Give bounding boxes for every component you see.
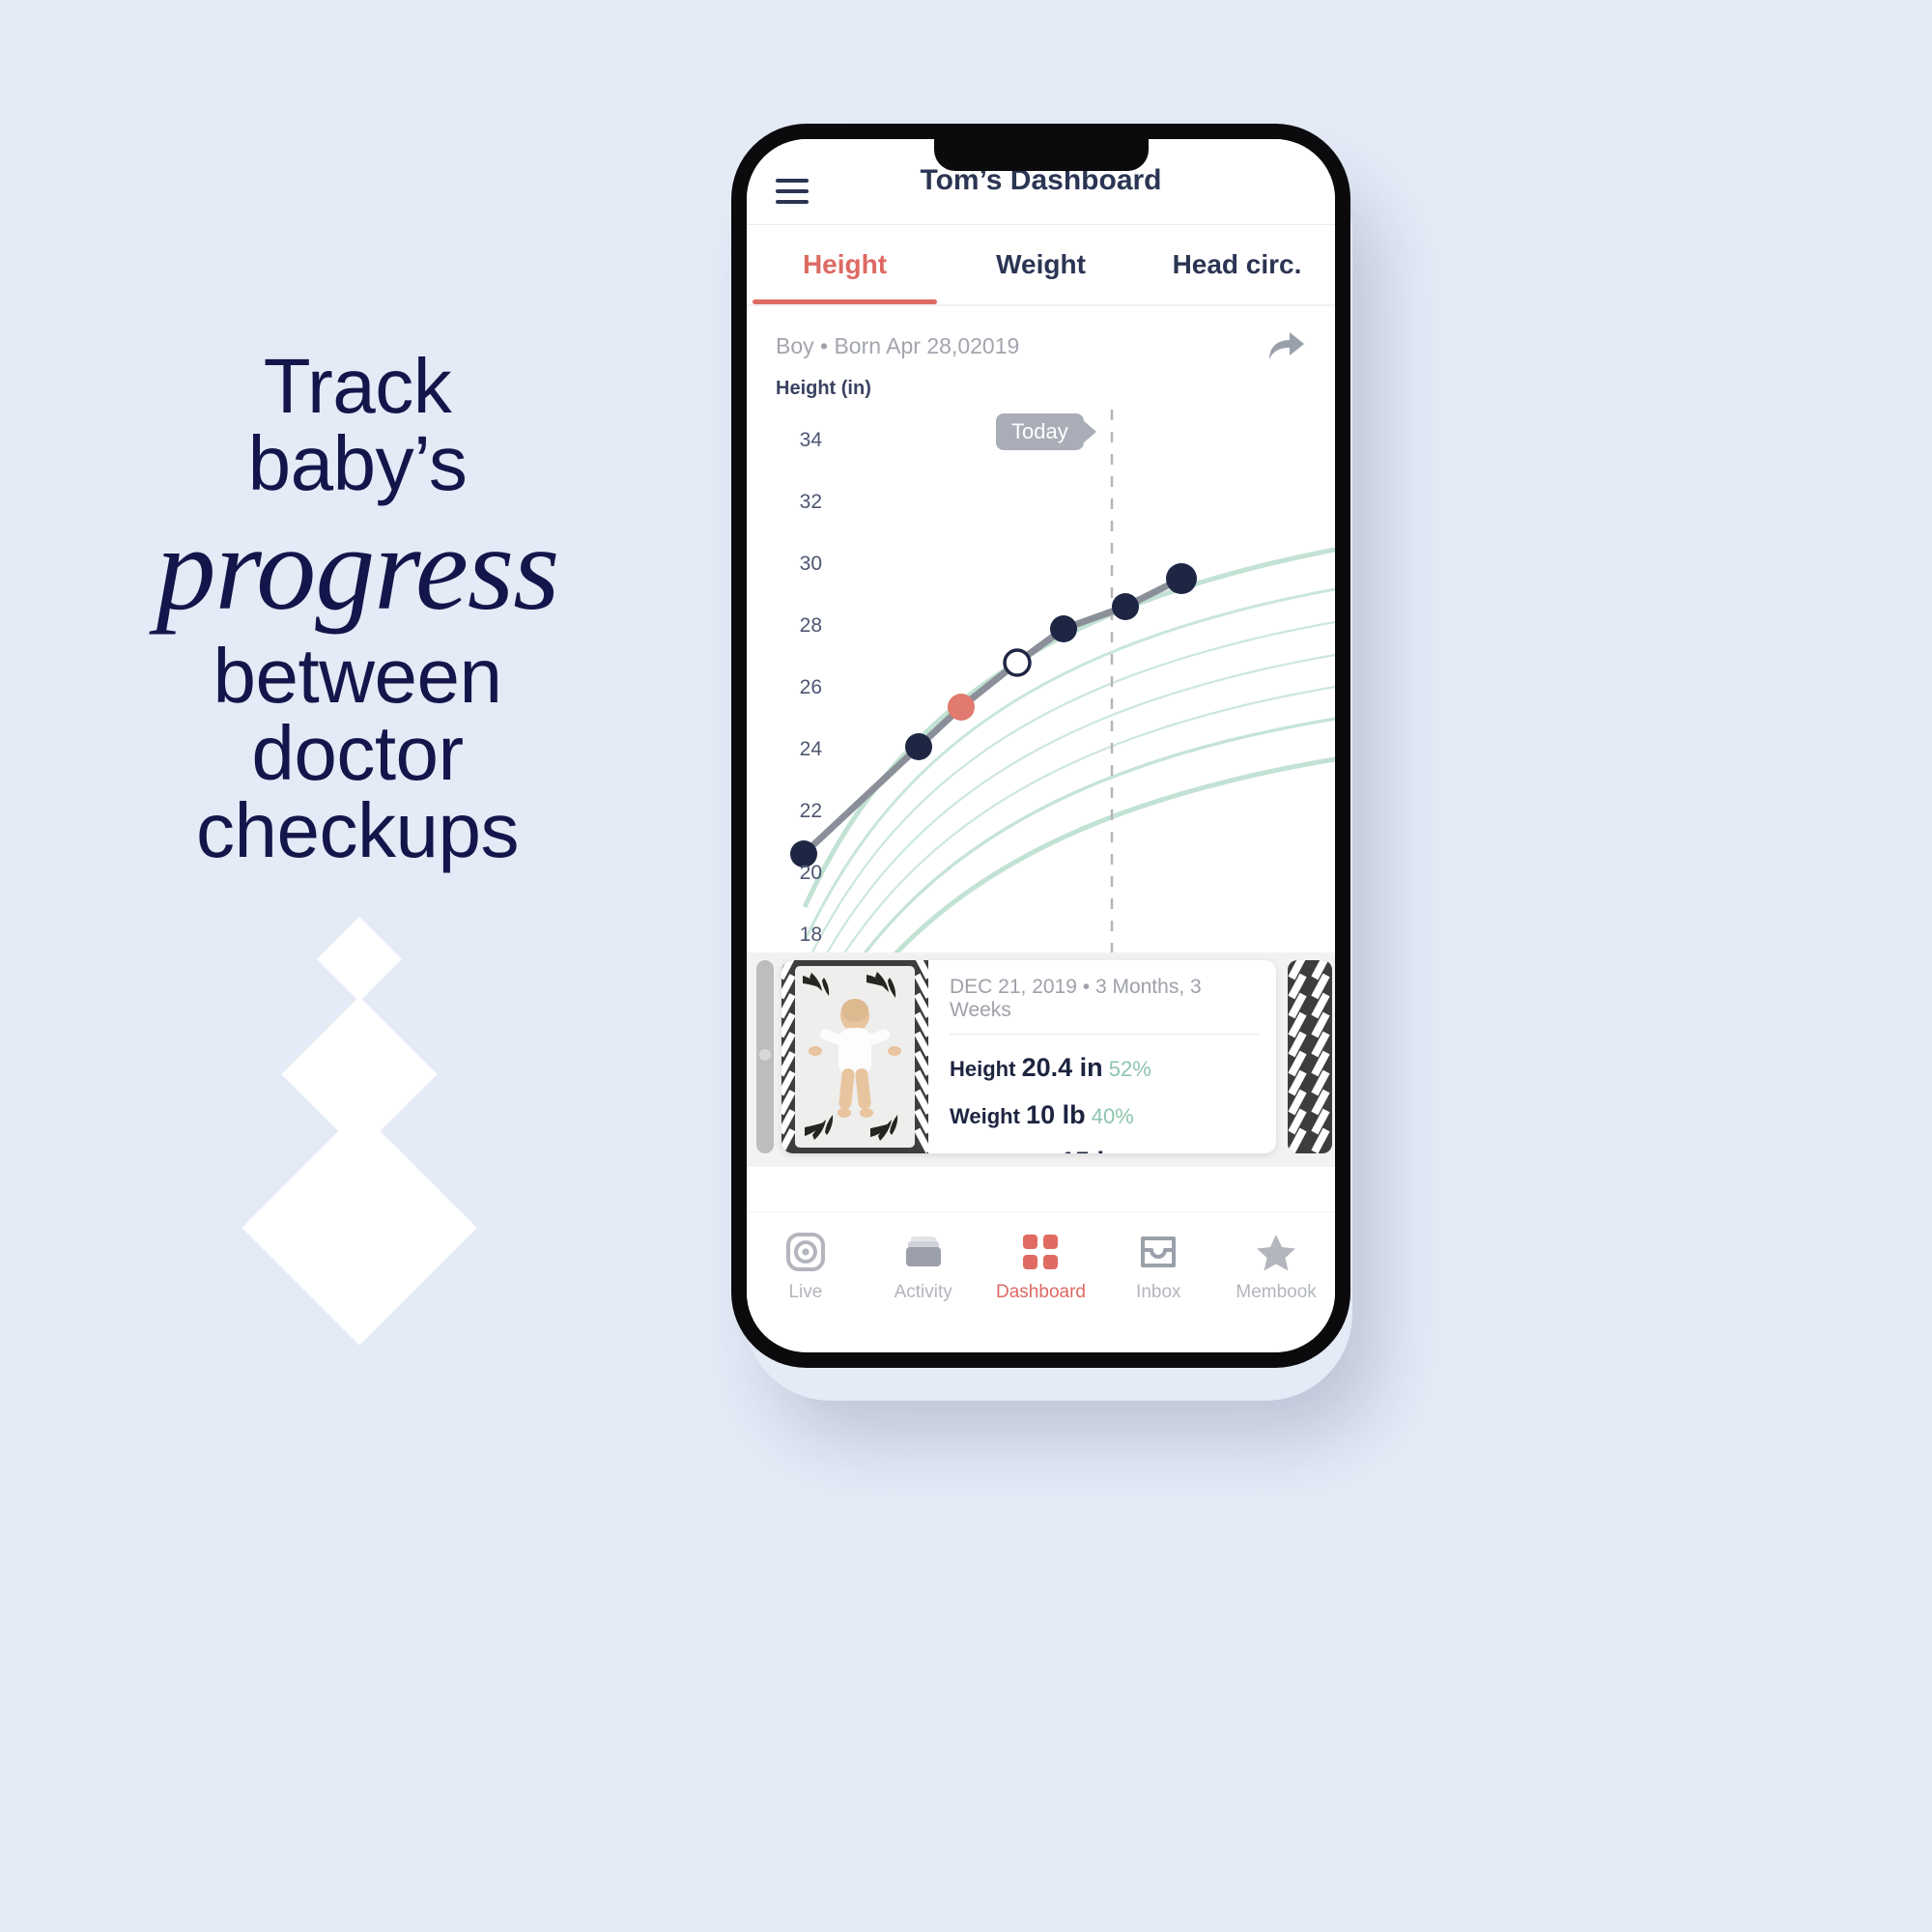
nav-label: Membook — [1236, 1282, 1317, 1302]
decorative-diamond-small — [317, 917, 402, 1002]
y-tick-label: 24 — [799, 738, 822, 760]
measurement-value: 15 in — [1061, 1147, 1121, 1153]
nav-item-membook[interactable]: Membook — [1217, 1230, 1335, 1303]
baby-photo-image — [781, 960, 928, 1153]
measurement-label: Weight — [950, 1103, 1020, 1128]
measurement-row-height: Height 20.4 in 52% — [950, 1044, 1259, 1092]
grid-squares-icon — [1022, 1230, 1059, 1274]
chart-y-axis-label: Height (in) — [776, 378, 871, 399]
card-date: DEC 21, 2019 • 3 Months, 3 Weeks — [950, 976, 1202, 1021]
measurement-row-head-circ: Head Circ. 15 in 2% — [950, 1138, 1259, 1153]
percentile-curves — [802, 547, 1335, 952]
phone-notch — [933, 139, 1149, 171]
headline-line-1: Track — [263, 343, 452, 429]
y-tick-label: 26 — [799, 676, 822, 698]
measurement-value: 10 lb — [1026, 1099, 1086, 1129]
measurement-card-body: DEC 21, 2019 • 3 Months, 3 Weeks Height … — [928, 960, 1276, 1153]
headline-line-4: doctor — [251, 710, 464, 797]
nav-label: Dashboard — [996, 1282, 1086, 1302]
marketing-panel: Track baby’s progress between doctor che… — [0, 0, 715, 1932]
measurement-row-weight: Weight 10 lb 40% — [950, 1092, 1259, 1139]
measurement-percentile: 40% — [1091, 1103, 1134, 1128]
y-tick-label: 20 — [799, 862, 822, 884]
measurement-percentile: 2% — [1126, 1151, 1157, 1153]
chart-svg — [790, 410, 1335, 952]
headline-line-3: between — [213, 633, 502, 720]
measurement-value: 20.4 in — [1021, 1053, 1103, 1082]
headline-line-5: checkups — [196, 787, 519, 874]
nav-item-activity[interactable]: Activity — [865, 1230, 982, 1303]
phone-mockup: Tom’s Dashboard Height Weight Head circ.… — [731, 124, 1350, 1368]
y-tick-label: 30 — [799, 553, 822, 575]
measurement-label: Height — [950, 1057, 1016, 1081]
camera-target-icon — [785, 1230, 825, 1274]
growth-chart[interactable]: 34 32 30 28 26 24 22 20 18 16 Today — [747, 400, 1335, 1008]
y-tick-label: 28 — [799, 614, 822, 637]
share-arrow-icon[interactable] — [1265, 327, 1306, 364]
data-point — [1166, 563, 1197, 594]
nav-item-dashboard[interactable]: Dashboard — [982, 1230, 1100, 1303]
previous-card-peek[interactable] — [756, 960, 774, 1153]
growth-chart-section: Height (in) 34 32 30 28 26 24 22 20 18 T… — [747, 368, 1335, 1008]
baby-meta-text: Boy • Born Apr 28,02019 — [776, 332, 1020, 358]
headline-line-2: baby’s — [247, 420, 468, 506]
card-divider — [950, 1034, 1259, 1035]
decorative-diamond-large — [242, 1110, 477, 1346]
metric-tabs: Height Weight Head circ. — [747, 225, 1335, 304]
headline-emphasis: progress — [156, 502, 560, 635]
marketing-headline: Track baby’s progress between doctor che… — [0, 348, 715, 869]
phone-screen: Tom’s Dashboard Height Weight Head circ.… — [747, 139, 1335, 1352]
nav-label: Inbox — [1136, 1282, 1181, 1302]
nav-label: Activity — [894, 1282, 952, 1302]
y-tick-label: 34 — [799, 429, 822, 451]
inbox-tray-icon — [1139, 1230, 1178, 1274]
nav-item-live[interactable]: Live — [747, 1230, 865, 1303]
next-card-peek[interactable] — [1288, 960, 1332, 1153]
data-point — [1112, 593, 1139, 620]
baby-meta-row: Boy • Born Apr 28,02019 — [747, 306, 1335, 368]
y-tick-label: 18 — [799, 923, 822, 946]
card-stack-icon — [903, 1230, 944, 1274]
y-tick-label: 22 — [799, 800, 822, 822]
tab-height[interactable]: Height — [747, 225, 943, 304]
bottom-navigation: Live Activity Dashboard Inbox Membook — [747, 1211, 1335, 1352]
data-point — [905, 733, 932, 760]
tab-head-circ[interactable]: Head circ. — [1139, 225, 1335, 304]
baby-photo[interactable] — [781, 960, 928, 1153]
tab-weight[interactable]: Weight — [943, 225, 1139, 304]
star-icon — [1256, 1230, 1296, 1274]
measurement-card[interactable]: DEC 21, 2019 • 3 Months, 3 Weeks Height … — [781, 960, 1276, 1153]
y-tick-label: 32 — [799, 491, 822, 513]
nav-item-inbox[interactable]: Inbox — [1099, 1230, 1217, 1303]
data-point-highlighted — [948, 694, 975, 721]
data-point — [1050, 615, 1077, 642]
measurement-card-carousel[interactable]: DEC 21, 2019 • 3 Months, 3 Weeks Height … — [747, 952, 1335, 1167]
next-card-photo — [1288, 960, 1332, 1153]
measurement-percentile: 52% — [1108, 1057, 1151, 1081]
data-point-selected — [1003, 648, 1032, 677]
today-marker-badge[interactable]: Today — [996, 413, 1096, 450]
measurement-label: Head Circ. — [950, 1151, 1055, 1153]
hamburger-icon[interactable] — [776, 179, 809, 204]
nav-label: Live — [788, 1282, 823, 1302]
